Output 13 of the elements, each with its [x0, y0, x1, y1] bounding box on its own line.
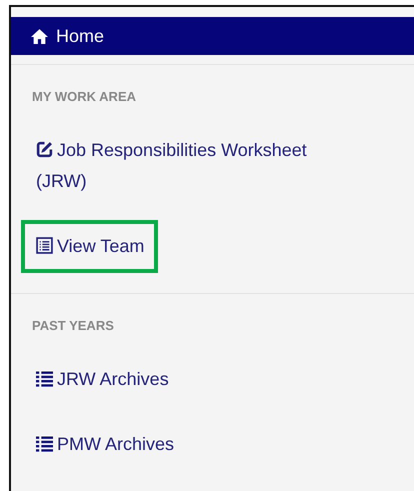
nav-link[interactable]: PMW Archives	[21, 418, 190, 471]
home-icon	[31, 28, 48, 45]
list-icon	[36, 370, 53, 387]
list-icon	[36, 435, 53, 452]
home-label: Home	[56, 26, 104, 47]
nav-link[interactable]: Job Responsibilities Worksheet (JRW)	[21, 124, 351, 208]
section-heading: PAST YEARS	[31, 318, 115, 333]
section-heading: MY WORK AREA	[31, 89, 137, 104]
list-icon	[36, 237, 53, 254]
edit-icon	[36, 141, 53, 158]
nav-link[interactable]: View Team	[21, 220, 158, 273]
home-link[interactable]: Home	[11, 17, 414, 56]
nav-link[interactable]: JRW Archives	[21, 353, 184, 406]
